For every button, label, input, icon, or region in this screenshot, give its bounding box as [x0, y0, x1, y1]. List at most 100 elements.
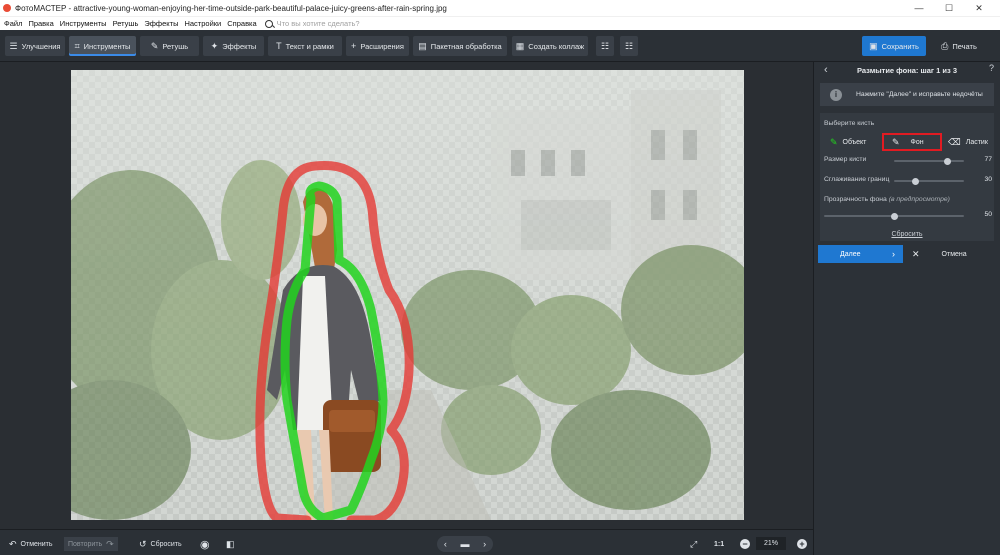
redo-icon: ↷: [106, 538, 114, 549]
brush-eraser-label: Ластик: [965, 138, 988, 146]
menu-tools[interactable]: Инструменты: [60, 19, 107, 28]
photo-canvas[interactable]: [71, 70, 744, 520]
smoothing-thumb[interactable]: [911, 177, 919, 185]
brush-label: Выберите кисть: [824, 120, 875, 127]
maximize-button[interactable]: ☐: [934, 0, 964, 16]
canvas-area: [0, 62, 813, 529]
zoom-in-button[interactable]: +: [797, 539, 807, 549]
smoothing-label: Сглаживание границ: [824, 176, 890, 183]
bottom-bar: ↶ Отменить Повторить ↷ ↺ Сбросить ◉ ◧ ‹ …: [0, 529, 813, 555]
menu-settings[interactable]: Настройки: [184, 19, 221, 28]
image-navigation: ‹ ▬ ›: [437, 536, 493, 552]
minimize-button[interactable]: —: [904, 0, 934, 16]
help-icon[interactable]: ?: [989, 63, 994, 73]
background-blur-panel: ‹ Размытие фона: шаг 1 из 3 ? i Нажмите …: [813, 62, 1000, 555]
tab-extensions[interactable]: + Расширения: [346, 36, 409, 56]
redo-label: Повторить: [68, 540, 103, 548]
menu-file[interactable]: Файл: [4, 19, 22, 28]
compare-button[interactable]: ◧: [226, 537, 239, 551]
main-toolbar: ☰ Улучшения ⌗ Инструменты ✎ Ретушь ✦ Эфф…: [0, 30, 1000, 62]
panel-actions: Далее › ✕ Отмена: [818, 245, 998, 263]
smoothing-track[interactable]: [894, 180, 964, 182]
tab-label: Инструменты: [83, 41, 131, 51]
undo-label: Отменить: [20, 540, 53, 548]
close-icon: ✕: [912, 248, 920, 259]
folder-icon[interactable]: ▬: [460, 539, 469, 549]
create-collage-button[interactable]: ▦ Создать коллаж: [512, 36, 588, 56]
batch-processing-button[interactable]: ▤ Пакетная обработка: [413, 36, 507, 56]
chevron-right-icon[interactable]: ›: [483, 539, 486, 549]
info-icon: i: [830, 88, 842, 101]
brush-size-thumb[interactable]: [944, 157, 952, 165]
print-label: Печать: [952, 41, 977, 51]
hint-text: Нажмите "Далее" и исправьте недочёты: [856, 91, 983, 98]
menu-retouch[interactable]: Ретушь: [113, 19, 139, 28]
chevron-left-icon[interactable]: ‹: [444, 539, 447, 549]
brush-object-option[interactable]: ✎ Объект: [830, 133, 866, 151]
undo-button[interactable]: ↶ Отменить: [9, 537, 53, 551]
panel-header: ‹ Размытие фона: шаг 1 из 3 ?: [814, 63, 1000, 77]
brush-background-label: Фон: [910, 138, 924, 146]
crop-icon: ⌗: [74, 40, 80, 51]
preview-eye-button[interactable]: ◉: [200, 537, 214, 551]
cancel-button[interactable]: ✕ Отмена: [906, 245, 998, 263]
brush-size-track[interactable]: [894, 160, 964, 162]
layers-add-button[interactable]: ☷: [596, 36, 614, 56]
redo-button[interactable]: Повторить ↷: [64, 537, 118, 551]
brush-icon: ✎: [892, 136, 900, 147]
opacity-value: 50: [984, 211, 992, 218]
next-label: Далее: [840, 250, 861, 258]
layers-remove-button[interactable]: ☷: [620, 36, 638, 56]
tab-label: Эффекты: [222, 41, 257, 51]
save-button[interactable]: ▣ Сохранить: [862, 36, 926, 56]
brush-eraser-option[interactable]: ⌫ Ластик: [948, 133, 988, 151]
opacity-label-text: Прозрачность фона: [824, 196, 887, 203]
brush-size-value: 77: [984, 156, 992, 163]
eye-icon: ◉: [200, 538, 210, 551]
opacity-slider: Прозрачность фона (в предпросмотре) 50: [824, 196, 992, 226]
reset-button[interactable]: ↺ Сбросить: [139, 537, 182, 551]
zoom-level[interactable]: 21%: [756, 537, 786, 550]
zoom-out-button[interactable]: −: [740, 539, 750, 549]
opacity-sublabel: (в предпросмотре): [888, 196, 950, 203]
brush-object-label: Объект: [842, 138, 867, 146]
menu-edit[interactable]: Правка: [28, 19, 53, 28]
tab-tools[interactable]: ⌗ Инструменты: [69, 36, 136, 56]
actual-size-button[interactable]: 1:1: [714, 537, 724, 551]
title-bar: ФотоМАСТЕР - attractive-young-woman-enjo…: [0, 0, 1000, 16]
compare-icon: ◧: [226, 538, 235, 549]
panel-title: Размытие фона: шаг 1 из 3: [856, 65, 957, 75]
brush-icon: ✎: [150, 40, 159, 51]
menu-search: [264, 19, 417, 28]
tab-retouch[interactable]: ✎ Ретушь: [140, 36, 199, 56]
brush-background-option[interactable]: ✎ Фон: [882, 133, 942, 151]
collage-label: Создать коллаж: [528, 41, 585, 51]
close-button[interactable]: ✕: [964, 0, 994, 16]
tab-effects[interactable]: ✦ Эффекты: [203, 36, 264, 56]
brush-icon: ✎: [830, 136, 838, 147]
app-logo-icon: [3, 4, 11, 12]
menu-effects[interactable]: Эффекты: [144, 19, 178, 28]
tab-text-frames[interactable]: T Текст и рамки: [268, 36, 342, 56]
chevron-right-icon: ›: [892, 249, 895, 259]
tab-label: Расширения: [360, 41, 404, 51]
opacity-label: Прозрачность фона (в предпросмотре): [824, 196, 950, 203]
layers-remove-icon: ☷: [624, 40, 634, 51]
tab-enhancements[interactable]: ☰ Улучшения: [5, 36, 65, 56]
tab-label: Текст и рамки: [285, 41, 334, 51]
undo-icon: ↶: [9, 538, 17, 549]
stack-icon: ▤: [418, 40, 427, 51]
menu-help[interactable]: Справка: [227, 19, 256, 28]
next-button[interactable]: Далее ›: [818, 245, 903, 263]
search-icon: [264, 19, 273, 28]
smoothing-slider: Сглаживание границ 30: [824, 176, 992, 188]
chevron-left-icon[interactable]: ‹: [824, 64, 828, 76]
opacity-thumb[interactable]: [890, 212, 898, 220]
reset-brush-link[interactable]: Сбросить: [820, 231, 994, 238]
print-button[interactable]: ⎙ Печать: [930, 36, 988, 56]
search-input[interactable]: [276, 19, 417, 28]
menu-bar: Файл Правка Инструменты Ретушь Эффекты Н…: [0, 16, 1000, 30]
smoothing-value: 30: [984, 176, 992, 183]
fit-to-screen-button[interactable]: ⤢: [690, 537, 701, 551]
floppy-disk-icon: ▣: [869, 40, 878, 51]
